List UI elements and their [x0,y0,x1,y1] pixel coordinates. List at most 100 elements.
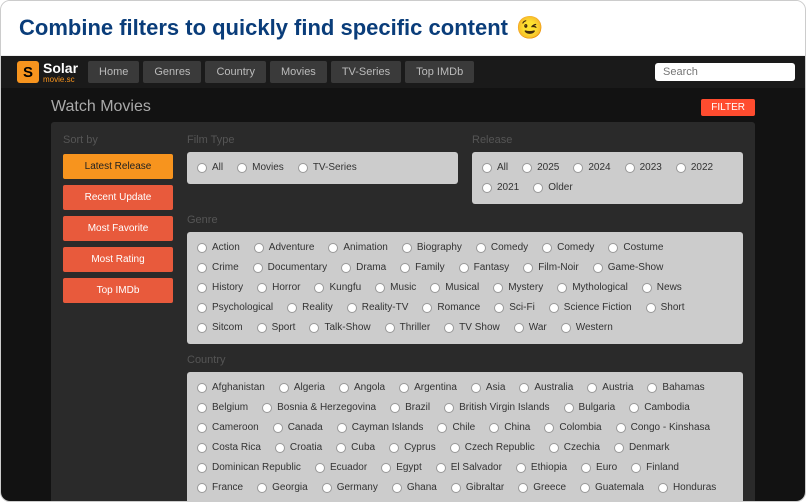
country-option[interactable]: Denmark [614,440,670,456]
country-option[interactable]: Georgia [257,480,308,496]
release-option[interactable]: 2021 [482,180,519,196]
genre-option[interactable]: Crime [197,260,239,276]
genre-option[interactable]: Family [400,260,444,276]
country-option[interactable]: Bulgaria [564,400,616,416]
release-option[interactable]: Older [533,180,572,196]
genre-option[interactable]: Game-Show [593,260,664,276]
country-option[interactable]: Canada [273,420,323,436]
country-option[interactable]: Belgium [197,400,248,416]
release-option[interactable]: 2024 [573,160,610,176]
genre-option[interactable]: Drama [341,260,386,276]
country-option[interactable]: Gibraltar [451,480,504,496]
genre-option[interactable]: Reality [287,300,333,316]
country-option[interactable]: Cyprus [389,440,436,456]
genre-option[interactable]: War [514,320,547,336]
genre-option[interactable]: Western [561,320,613,336]
country-option[interactable]: Guatemala [580,480,644,496]
country-option[interactable]: Asia [471,380,505,396]
nav-item-movies[interactable]: Movies [270,61,327,83]
genre-option[interactable]: Music [375,280,416,296]
country-option[interactable]: Croatia [275,440,322,456]
country-option[interactable]: Colombia [544,420,601,436]
country-option[interactable]: Finland [631,460,679,476]
genre-option[interactable]: Sci-Fi [494,300,535,316]
genre-option[interactable]: Short [646,300,685,316]
genre-option[interactable]: Documentary [253,260,327,276]
country-option[interactable]: Ghana [392,480,437,496]
filter-button[interactable]: FILTER [701,99,755,116]
country-option[interactable]: China [489,420,530,436]
country-option[interactable]: Dominican Republic [197,460,301,476]
sort-most-favorite[interactable]: Most Favorite [63,216,173,241]
country-option[interactable]: Costa Rica [197,440,261,456]
release-option[interactable]: All [482,160,508,176]
country-option[interactable]: Cambodia [629,400,690,416]
genre-option[interactable]: Biography [402,240,462,256]
genre-option[interactable]: Mythological [557,280,628,296]
genre-option[interactable]: Thriller [385,320,431,336]
nav-item-top-imdb[interactable]: Top IMDb [405,61,474,83]
country-option[interactable]: Chile [437,420,475,436]
genre-option[interactable]: Romance [422,300,480,316]
release-option[interactable]: 2023 [625,160,662,176]
genre-option[interactable]: Film-Noir [523,260,579,276]
country-option[interactable]: Cameroon [197,420,259,436]
country-option[interactable]: Algeria [279,380,325,396]
release-option[interactable]: 2025 [522,160,559,176]
country-option[interactable]: Egypt [381,460,422,476]
country-option[interactable]: Bahamas [647,380,704,396]
nav-item-tv-series[interactable]: TV-Series [331,61,401,83]
genre-option[interactable]: Action [197,240,240,256]
country-option[interactable]: Euro [581,460,617,476]
genre-option[interactable]: Sitcom [197,320,243,336]
nav-item-genres[interactable]: Genres [143,61,201,83]
genre-option[interactable]: Talk-Show [309,320,370,336]
country-option[interactable]: France [197,480,243,496]
filmtype-option[interactable]: All [197,160,223,176]
genre-option[interactable]: News [642,280,682,296]
sort-latest-release[interactable]: Latest Release [63,154,173,179]
nav-item-home[interactable]: Home [88,61,139,83]
nav-item-country[interactable]: Country [205,61,266,83]
genre-option[interactable]: TV Show [444,320,500,336]
country-option[interactable]: Angola [339,380,385,396]
genre-option[interactable]: Mystery [493,280,543,296]
country-option[interactable]: Cuba [336,440,375,456]
genre-option[interactable]: Adventure [254,240,315,256]
site-logo[interactable]: S Solar movie.sc [11,60,84,84]
genre-option[interactable]: Musical [430,280,479,296]
release-option[interactable]: 2022 [676,160,713,176]
country-option[interactable]: Brazil [390,400,430,416]
genre-option[interactable]: Kungfu [314,280,361,296]
country-option[interactable]: El Salvador [436,460,502,476]
genre-option[interactable]: Animation [328,240,387,256]
country-option[interactable]: Ethiopia [516,460,567,476]
genre-option[interactable]: Horror [257,280,300,296]
filmtype-option[interactable]: TV-Series [298,160,357,176]
sort-top-imdb[interactable]: Top IMDb [63,278,173,303]
country-option[interactable]: Australia [519,380,573,396]
country-option[interactable]: Afghanistan [197,380,265,396]
genre-option[interactable]: History [197,280,243,296]
search-box[interactable] [655,63,795,81]
genre-option[interactable]: Sport [257,320,296,336]
genre-option[interactable]: Costume [608,240,663,256]
search-input[interactable] [663,66,805,78]
country-option[interactable]: Argentina [399,380,457,396]
country-option[interactable]: Greece [518,480,566,496]
country-option[interactable]: Ecuador [315,460,367,476]
country-option[interactable]: Bosnia & Herzegovina [262,400,376,416]
genre-option[interactable]: Reality-TV [347,300,409,316]
genre-option[interactable]: Science Fiction [549,300,632,316]
sort-most-rating[interactable]: Most Rating [63,247,173,272]
country-option[interactable]: Germany [322,480,378,496]
genre-option[interactable]: Comedy [542,240,594,256]
country-option[interactable]: British Virgin Islands [444,400,549,416]
country-option[interactable]: Austria [587,380,633,396]
filmtype-option[interactable]: Movies [237,160,284,176]
genre-option[interactable]: Psychological [197,300,273,316]
country-option[interactable]: Congo - Kinshasa [616,420,711,436]
genre-option[interactable]: Comedy [476,240,528,256]
genre-option[interactable]: Fantasy [459,260,510,276]
country-option[interactable]: Czechia [549,440,600,456]
